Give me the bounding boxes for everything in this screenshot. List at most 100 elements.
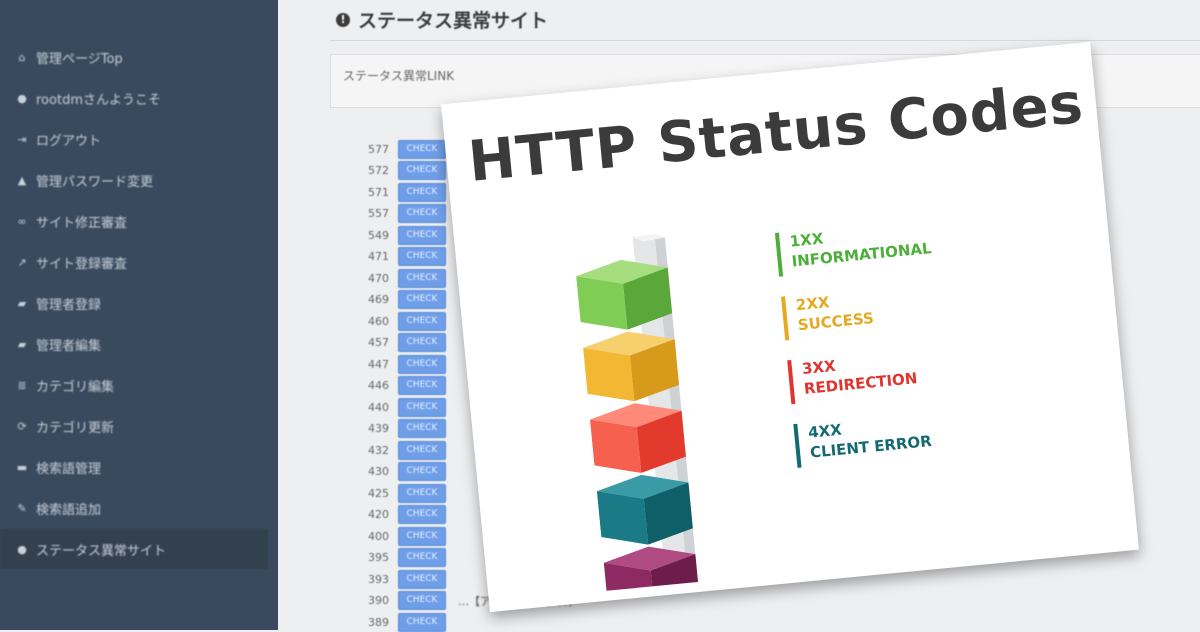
sidebar: ⌂ 管理ページTop ● rootdmさんようこそ ⇥ ログアウト ▲ 管理パスワード変更 ∞ サ… xyxy=(0,0,278,630)
check-button[interactable]: CHECK xyxy=(398,419,446,438)
sidebar-item-label: 管理者登録 xyxy=(36,297,102,313)
sidebar-item-2[interactable]: ⇥ ログアウト xyxy=(0,119,278,159)
folder-icon: ▰ xyxy=(17,296,27,310)
legend-item: 3XX REDIRECTION xyxy=(787,357,918,405)
link-icon: ∞ xyxy=(17,214,27,228)
row-id: 432 xyxy=(368,443,389,457)
row-id: 471 xyxy=(368,250,389,263)
sidebar-item-label: カテゴリ編集 xyxy=(36,379,115,395)
external-link-icon: ↗ xyxy=(17,255,27,269)
sidebar-item-label: サイト修正審査 xyxy=(36,215,128,231)
check-button[interactable]: CHECK xyxy=(398,204,446,223)
title-divider xyxy=(330,40,1200,41)
status-link-label: ステータス異常LINK xyxy=(343,69,455,83)
logout-icon: ⇥ xyxy=(17,132,27,146)
check-button[interactable]: CHECK xyxy=(398,483,446,503)
check-button[interactable]: CHECK xyxy=(398,333,446,352)
legend-color-bar xyxy=(793,423,802,468)
sidebar-item-label: 管理パスワード変更 xyxy=(36,174,154,190)
row-id: 420 xyxy=(368,508,389,521)
page-title-text: ステータス異常サイト xyxy=(358,10,549,32)
exclamation-circle-icon: ! xyxy=(336,12,350,27)
sidebar-item-9[interactable]: ⟳ カテゴリ更新 xyxy=(0,406,278,446)
sidebar-item-label: 検索語追加 xyxy=(36,502,102,518)
row-id: 440 xyxy=(368,400,389,414)
check-button[interactable]: CHECK xyxy=(398,376,446,395)
home-icon: ⌂ xyxy=(18,50,26,64)
sidebar-item-label: サイト登録審査 xyxy=(36,256,128,272)
comment-icon: ▬ xyxy=(16,460,28,474)
row-id: 470 xyxy=(368,271,389,285)
legend-item: 4XX CLIENT ERROR xyxy=(793,421,932,468)
legend-code: 1XX xyxy=(788,229,825,251)
check-button[interactable]: CHECK xyxy=(398,290,446,309)
legend-color-bar xyxy=(774,232,784,277)
check-button[interactable]: CHECK xyxy=(398,182,446,202)
check-button[interactable]: CHECK xyxy=(398,591,446,610)
sidebar-item-5[interactable]: ↗ サイト登録審査 xyxy=(0,242,278,282)
sidebar-item-label: カテゴリ更新 xyxy=(36,420,115,436)
check-button[interactable]: CHECK xyxy=(398,612,446,632)
sidebar-item-label: 検索語管理 xyxy=(36,461,102,477)
sidebar-item-label: ステータス異常サイト xyxy=(36,543,167,559)
sidebar-item-1[interactable]: ● rootdmさんようこそ xyxy=(0,78,278,118)
row-id: 446 xyxy=(368,379,389,392)
row-id: 400 xyxy=(368,529,389,543)
row-id: 577 xyxy=(368,142,389,156)
sidebar-item-8[interactable]: ≣ カテゴリ編集 xyxy=(0,365,278,405)
sidebar-item-11[interactable]: ✎ 検索語追加 xyxy=(0,488,278,528)
row-id: 430 xyxy=(368,465,389,478)
sidebar-item-3[interactable]: ▲ 管理パスワード変更 xyxy=(0,160,278,200)
check-button[interactable]: CHECK xyxy=(398,548,446,567)
row-id: 447 xyxy=(368,357,389,371)
sidebar-item-label: ログアウト xyxy=(36,133,102,149)
sidebar-item-0[interactable]: ⌂ 管理ページTop xyxy=(0,37,278,77)
check-button[interactable]: CHECK xyxy=(398,505,446,524)
check-button[interactable]: CHECK xyxy=(398,462,446,481)
sidebar-item-7[interactable]: ▰ 管理者編集 xyxy=(0,324,278,364)
check-button[interactable]: CHECK xyxy=(398,225,446,245)
legend-color-bar xyxy=(781,296,790,341)
row-id: 393 xyxy=(368,572,389,586)
list-icon: ≣ xyxy=(17,378,27,392)
sidebar-item-label: rootdmさんようこそ xyxy=(36,92,161,108)
legend-code: 4XX xyxy=(807,420,843,442)
check-button[interactable]: CHECK xyxy=(398,526,446,546)
legend-item: 1XX INFORMATIONAL xyxy=(774,229,932,277)
check-button[interactable]: CHECK xyxy=(398,440,446,460)
check-button[interactable]: CHECK xyxy=(398,161,446,180)
check-button[interactable]: CHECK xyxy=(398,397,446,417)
check-button[interactable]: CHECK xyxy=(398,569,446,589)
row-id: 395 xyxy=(368,551,389,564)
check-button[interactable]: CHECK xyxy=(398,268,446,288)
sidebar-item-12[interactable]: ● ステータス異常サイト xyxy=(0,529,268,569)
check-button[interactable]: CHECK xyxy=(398,247,446,266)
legend-code: 2XX xyxy=(795,293,831,315)
legend-item: 2XX SUCCESS xyxy=(781,293,875,341)
row-id: 439 xyxy=(368,422,389,435)
list-item: 389 CHECK xyxy=(368,612,788,632)
sidebar-item-10[interactable]: ▬ 検索語管理 xyxy=(0,447,278,487)
check-button[interactable]: CHECK xyxy=(398,311,446,331)
row-id: 460 xyxy=(368,314,389,328)
user-icon: ● xyxy=(17,91,27,105)
folder-open-icon: ▰ xyxy=(17,337,27,351)
check-button[interactable]: CHECK xyxy=(398,354,446,374)
row-id: 557 xyxy=(368,207,389,220)
legend-color-bar xyxy=(787,360,796,405)
info-circle-icon: ● xyxy=(17,542,27,556)
sidebar-item-4[interactable]: ∞ サイト修正審査 xyxy=(0,201,278,241)
row-id: 571 xyxy=(368,185,389,199)
sidebar-item-6[interactable]: ▰ 管理者登録 xyxy=(0,283,278,323)
http-status-card: HTTP Status Codes 1XX INFORMATIONAL 2XX SUC… xyxy=(441,41,1139,613)
sidebar-item-label: 管理ページTop xyxy=(36,51,123,67)
legend-code: 3XX xyxy=(801,356,837,378)
row-id: 549 xyxy=(368,228,389,242)
refresh-icon: ⟳ xyxy=(17,419,27,433)
sidebar-item-label: 管理者編集 xyxy=(36,338,102,354)
page-title: ! ステータス異常サイト xyxy=(336,6,548,33)
check-button[interactable]: CHECK xyxy=(398,139,446,159)
row-id: 390 xyxy=(368,594,389,607)
card-surface: HTTP Status Codes 1XX INFORMATIONAL 2XX SUC… xyxy=(441,41,1139,613)
row-id: 389 xyxy=(368,615,389,629)
